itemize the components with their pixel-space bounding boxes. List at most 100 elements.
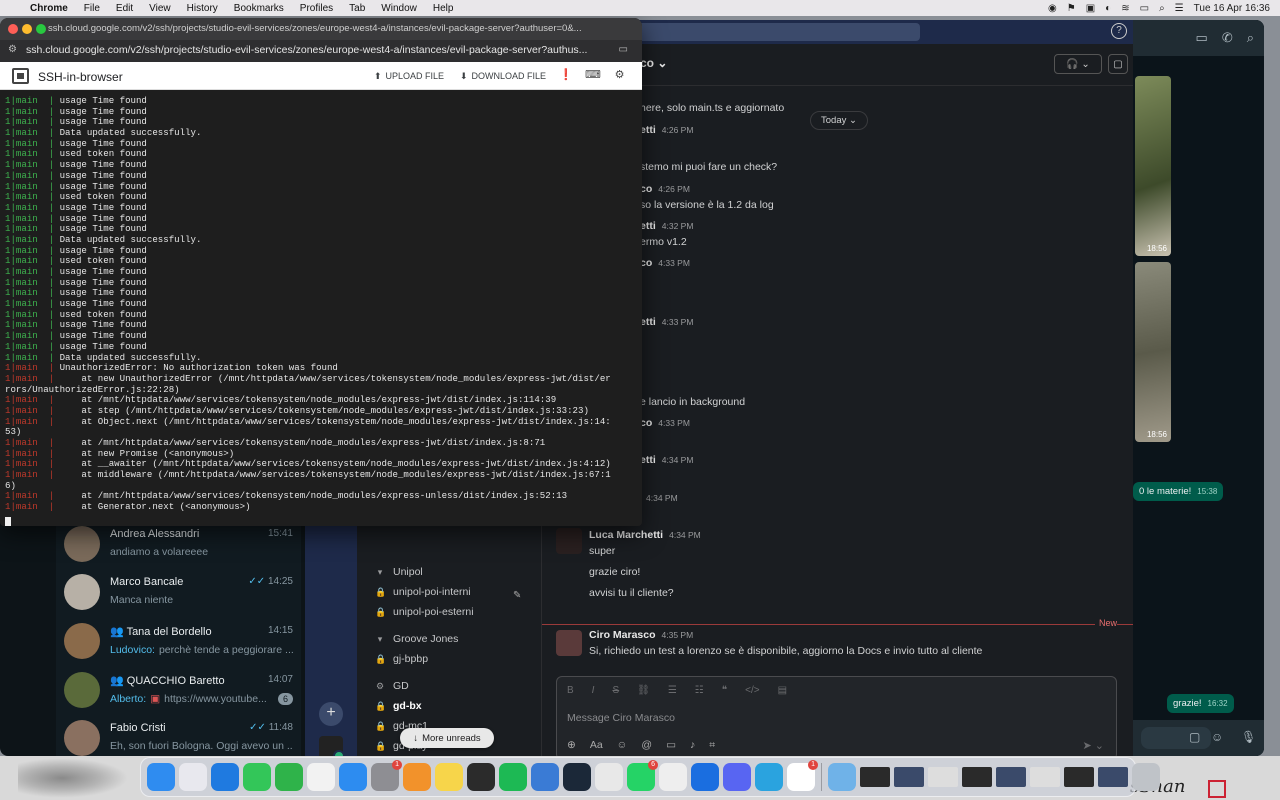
video-icon[interactable]: ▭ [666, 739, 676, 752]
plus-icon[interactable]: ⊕ [567, 739, 576, 752]
message-input[interactable]: Message Ciro Marasco [567, 712, 675, 724]
canvas-button[interactable]: ▢ [1108, 54, 1128, 74]
link-icon[interactable]: ⛓ [637, 685, 650, 696]
avatar[interactable] [556, 630, 582, 656]
notes-icon[interactable] [435, 763, 463, 791]
emoji-icon[interactable]: ☺ [617, 739, 628, 752]
chat-list-item[interactable]: 👥 QUACCHIO Baretto 14:07 Alberto: ▣ https:/… [56, 666, 301, 714]
sidebar-channel[interactable]: 🔒 unipol-poi-esterni [375, 606, 474, 618]
send-button[interactable]: ➤ ⌄ [1083, 739, 1105, 752]
messages-icon[interactable] [243, 763, 271, 791]
avatar[interactable] [556, 528, 582, 554]
sticker-icon[interactable]: ▢ [1189, 730, 1200, 744]
menu-help[interactable]: Help [425, 3, 462, 14]
code-icon[interactable]: </> [745, 685, 759, 696]
photo-message[interactable]: 18:56 [1135, 262, 1171, 442]
chat-list-item[interactable]: Marco Bancale ✓✓ 14:25 Manca niente [56, 568, 301, 616]
minimized-window-thumbnail[interactable] [962, 767, 992, 787]
menu-history[interactable]: History [179, 3, 226, 14]
finder-icon[interactable] [147, 763, 175, 791]
chat-list-item[interactable]: 👥 Tana del Bordello 14:15 Ludovico: perchè… [56, 617, 301, 665]
minimized-window-thumbnail[interactable] [1064, 767, 1094, 787]
sidebar-channel[interactable]: 🔒 gd-bx [375, 700, 422, 712]
settings-gear-icon[interactable]: ⚙ [613, 69, 626, 82]
voice-call-icon[interactable]: ✆ [1222, 30, 1233, 46]
menu-file[interactable]: File [76, 3, 108, 14]
url-field[interactable]: ssh.cloud.google.com/v2/ssh/projects/stu… [26, 44, 606, 56]
video-call-icon[interactable]: ▭ [1196, 30, 1208, 46]
minimize-window-button[interactable] [22, 24, 32, 34]
microphone-icon[interactable]: ♪ [690, 739, 695, 752]
1password-icon[interactable] [691, 763, 719, 791]
sidebar-section-groove[interactable]: ▾ Groove Jones [375, 633, 459, 645]
photo-message[interactable]: 18:56 [1135, 76, 1171, 256]
telegram-icon[interactable] [755, 763, 783, 791]
control-center-icon[interactable]: ☰ [1175, 3, 1184, 14]
slack-icon[interactable]: 1 [787, 760, 818, 791]
format-icon[interactable]: Aa [590, 739, 603, 752]
italic-icon[interactable]: I [592, 685, 595, 696]
chat-list-item[interactable]: Andrea Alessandri 15:41 andiamo a volaree… [56, 520, 301, 568]
add-workspace-button[interactable]: + [319, 702, 343, 726]
channel-title[interactable]: co ⌄ [640, 56, 667, 70]
user-avatar[interactable] [319, 736, 345, 756]
system-settings-icon[interactable]: 1 [371, 760, 402, 791]
discord-icon[interactable] [723, 763, 751, 791]
microphone-icon[interactable]: 🎙 [1241, 730, 1256, 744]
site-settings-icon[interactable]: ⚙ [8, 44, 17, 55]
sender-name[interactable]: Luca Marchetti [589, 529, 663, 541]
bold-icon[interactable]: B [567, 685, 574, 696]
battery-icon[interactable]: ▭ [1140, 3, 1149, 14]
upload-file-button[interactable]: ⬆ UPLOAD FILE [374, 71, 444, 82]
trash-icon[interactable] [1132, 763, 1160, 791]
status-icon[interactable]: ▣ [1086, 3, 1095, 14]
sidebar-section-unipol[interactable]: ▾ Unipol [375, 566, 423, 578]
launchpad-icon[interactable] [179, 763, 207, 791]
code-block-icon[interactable]: ▤ [778, 685, 787, 696]
menu-clock[interactable]: Tue 16 Apr 16:36 [1194, 3, 1270, 14]
date-divider-today[interactable]: Today ⌄ [810, 111, 868, 130]
whatsapp-icon[interactable]: 6 [627, 760, 658, 791]
slack-search-bar[interactable] [635, 23, 920, 41]
sublime-icon[interactable] [403, 763, 431, 791]
minimized-window-thumbnail[interactable] [1098, 767, 1128, 787]
chrome-icon[interactable] [595, 763, 623, 791]
minimized-window-thumbnail[interactable] [996, 767, 1026, 787]
status-icon[interactable]: ◉ [1048, 3, 1057, 14]
minimized-window-thumbnail[interactable] [1030, 767, 1060, 787]
sidebar-channel[interactable]: 🔒 gj-bpbp [375, 653, 428, 665]
menu-tab[interactable]: Tab [341, 3, 373, 14]
status-icon[interactable]: ◐ [1105, 3, 1111, 14]
status-icon[interactable]: ⚑ [1067, 3, 1076, 14]
huddle-button[interactable]: 🎧 ⌄ [1054, 54, 1102, 74]
wifi-icon[interactable]: ≋ [1121, 3, 1129, 14]
chat-list-item[interactable]: Fabio Cristi ✓✓ 11:48 Eh, son fuori Bolog… [56, 714, 301, 756]
facetime-icon[interactable] [275, 763, 303, 791]
menu-profiles[interactable]: Profiles [292, 3, 341, 14]
mention-icon[interactable]: @ [641, 739, 652, 752]
feedback-icon[interactable]: ❗ [559, 69, 573, 82]
message-input[interactable] [1141, 727, 1211, 749]
menu-view[interactable]: View [141, 3, 179, 14]
strikethrough-icon[interactable]: S [612, 685, 619, 696]
help-icon[interactable]: ? [1111, 23, 1127, 39]
sidebar-section-gd[interactable]: ⚙ GD [375, 680, 409, 692]
zoom-window-button[interactable] [36, 24, 46, 34]
app-store-icon[interactable] [339, 763, 367, 791]
ordered-list-icon[interactable]: ☰ [668, 685, 677, 696]
menu-app-name[interactable]: Chrome [22, 3, 76, 14]
keyboard-icon[interactable]: ⌨ [585, 69, 601, 82]
terminal-icon[interactable] [467, 763, 495, 791]
emoji-icon[interactable]: ☺ [1211, 730, 1223, 744]
safari-icon[interactable] [211, 763, 239, 791]
spotify-icon[interactable] [499, 763, 527, 791]
shortcuts-icon[interactable]: ⌗ [709, 739, 715, 752]
steam-icon[interactable] [563, 763, 591, 791]
search-icon[interactable]: ⌕ [1159, 3, 1165, 14]
minimized-window-thumbnail[interactable] [928, 767, 958, 787]
stocks-icon[interactable] [307, 763, 335, 791]
bullet-list-icon[interactable]: ☷ [695, 685, 704, 696]
fork-icon[interactable] [531, 763, 559, 791]
edit-icon[interactable]: ✎ [513, 590, 521, 601]
sender-name[interactable]: Ciro Marasco [589, 629, 656, 641]
